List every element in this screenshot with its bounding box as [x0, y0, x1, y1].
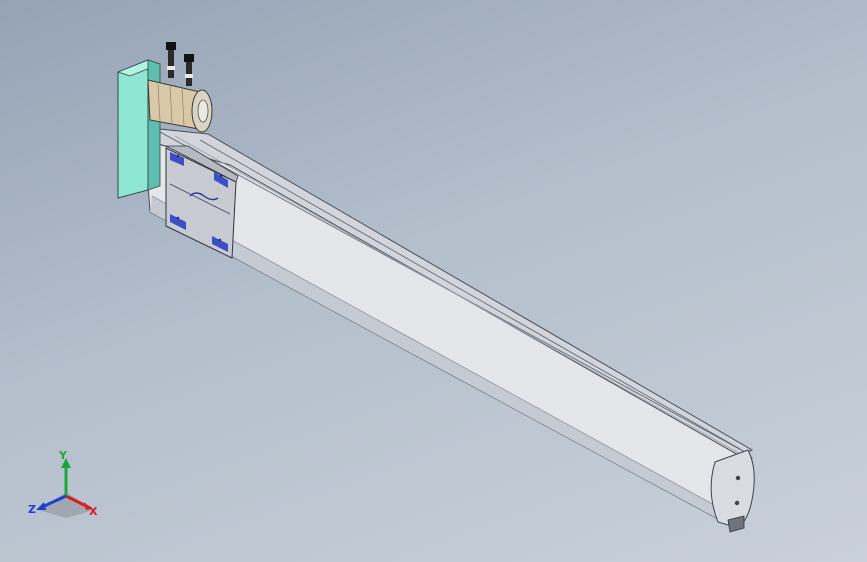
mount-bolt-icon	[219, 174, 223, 178]
motor-mount-side	[147, 59, 161, 191]
motor-end-boss	[197, 99, 209, 123]
rail-end-cap[interactable]	[710, 449, 755, 529]
connector-icon[interactable]	[184, 54, 194, 86]
end-cap-hole-bottom	[734, 500, 740, 506]
connector-icon[interactable]	[166, 42, 176, 78]
rail-lower-shade	[150, 196, 720, 520]
mount-bolt-icon	[176, 154, 180, 158]
cad-viewport[interactable]: Y Z X	[0, 0, 867, 562]
linear-actuator-model[interactable]	[0, 0, 867, 562]
rail-mid-line	[151, 195, 717, 507]
rail-side-face[interactable]	[144, 139, 753, 521]
mount-bolt-icon	[218, 238, 222, 242]
axis-x-label: X	[89, 505, 98, 518]
triad-z-arrow	[36, 502, 46, 510]
motor-mount-front[interactable]	[117, 59, 149, 199]
axis-z-label: Z	[28, 503, 36, 516]
axis-y-label: Y	[59, 449, 67, 462]
rail-slot-line-2	[174, 135, 743, 456]
end-cap-hole-top	[735, 475, 741, 481]
rail-slot-line-3	[199, 139, 741, 450]
mount-bolt-icon	[176, 216, 180, 220]
